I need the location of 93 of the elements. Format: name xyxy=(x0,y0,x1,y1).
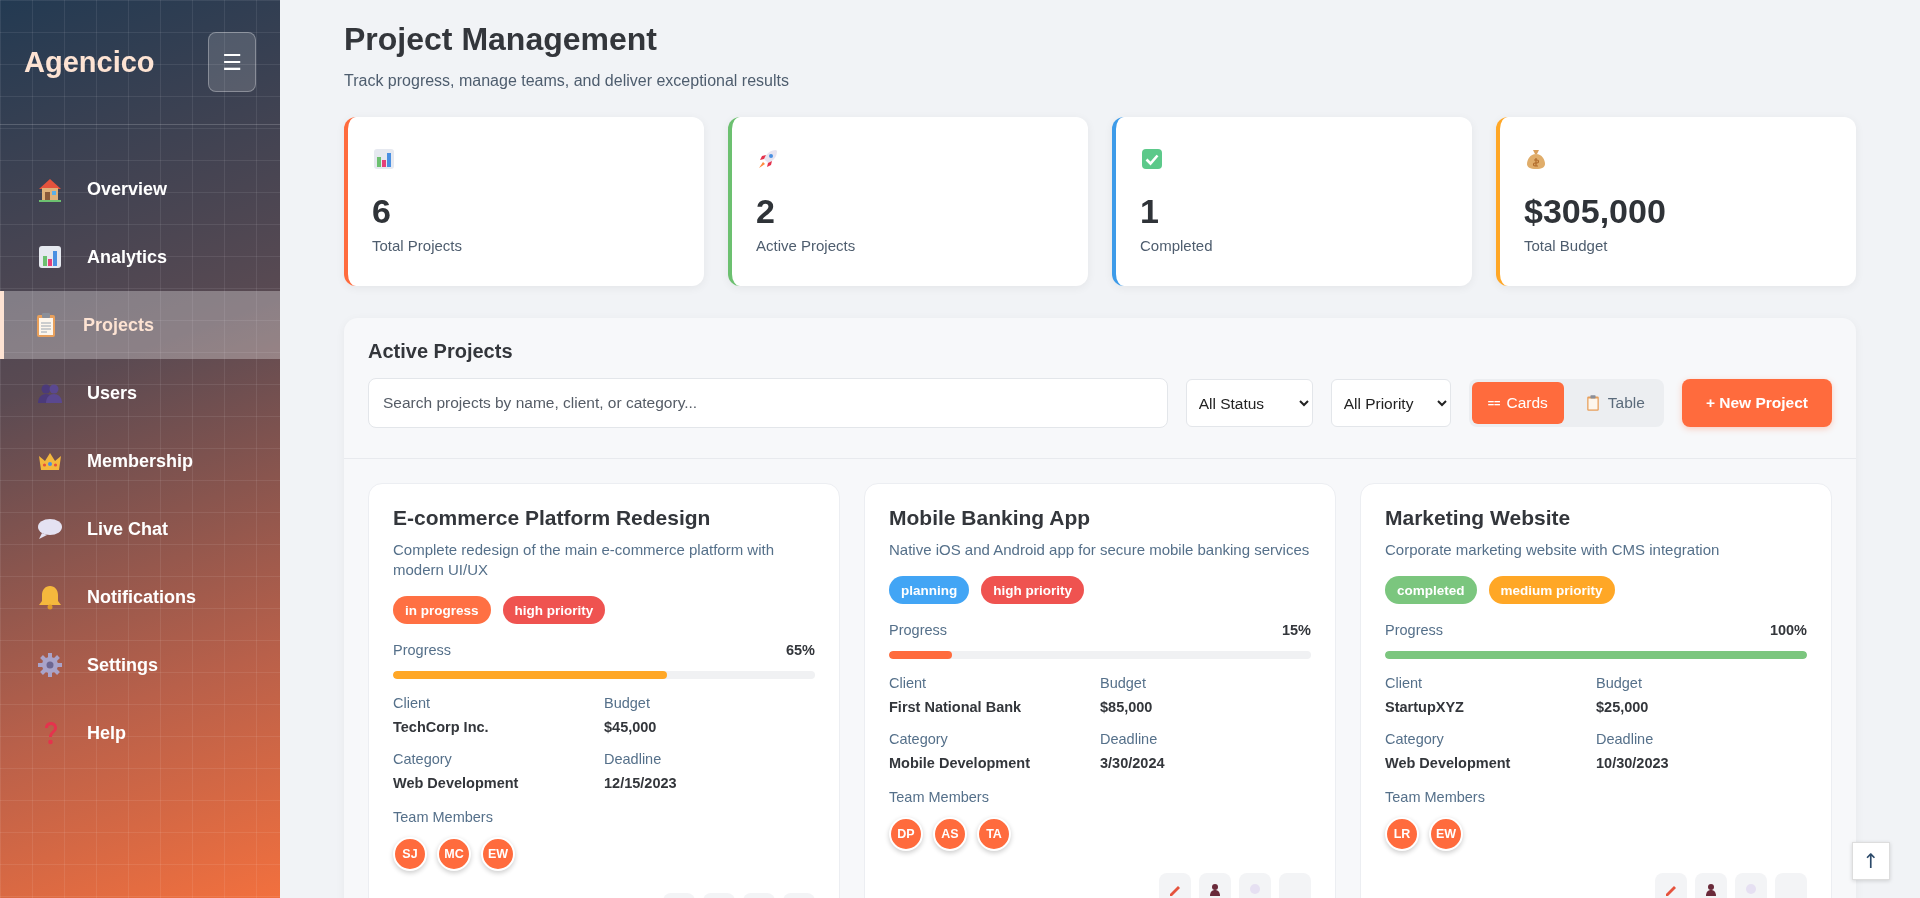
scroll-top-button[interactable]: ↑ xyxy=(1852,842,1890,880)
search-field[interactable]: Search projects by name, client, or category... xyxy=(368,378,1168,428)
nav-item[interactable]: Projects xyxy=(0,291,280,359)
field-value: Mobile Development xyxy=(889,755,1030,771)
money-bag-icon xyxy=(1524,147,1548,171)
gear-icon xyxy=(36,651,64,679)
member-avatar[interactable]: TA xyxy=(977,817,1011,851)
view-tab[interactable]: Table xyxy=(1567,382,1661,424)
member-avatar[interactable]: SJ xyxy=(393,837,427,871)
status-tag: high priority xyxy=(502,596,606,624)
stat-label: Total Projects xyxy=(372,237,463,254)
field-value: $25,000 xyxy=(1596,699,1649,715)
member-avatar[interactable]: EW xyxy=(1429,817,1463,851)
field-value: StartupXYZ xyxy=(1385,699,1464,715)
field-label: Budget xyxy=(604,695,650,711)
panel-title: Active Projects xyxy=(368,340,513,363)
project-title: Marketing Website xyxy=(1385,506,1571,530)
nav-item[interactable]: Help xyxy=(0,699,280,767)
project-description: Native iOS and Android app for secure mobile banking services xyxy=(889,540,1311,560)
bar-chart-icon xyxy=(36,243,64,271)
field-label: Budget xyxy=(1100,675,1146,691)
nav-item[interactable]: Membership xyxy=(0,427,280,495)
page-subtitle: Track progress, manage teams, and deliver exceptional results xyxy=(344,72,789,90)
stat-label: Active Projects xyxy=(756,237,856,254)
field-label: Client xyxy=(393,695,431,711)
field-value: $45,000 xyxy=(604,719,657,735)
project-title: E-commerce Platform Redesign xyxy=(393,506,711,530)
team-label: Team Members xyxy=(393,809,493,825)
new-project-button[interactable]: + New Project xyxy=(1681,379,1832,427)
field-value: First National Bank xyxy=(889,699,1022,715)
field-value: 12/15/2023 xyxy=(604,775,677,791)
check-box-icon xyxy=(1140,147,1164,171)
nav-item[interactable]: Analytics xyxy=(0,223,280,291)
progress-percent: 100% xyxy=(1769,622,1807,638)
person-icon xyxy=(1703,881,1719,897)
menu-button[interactable]: ☰ xyxy=(208,32,256,92)
field-label: Category xyxy=(1385,731,1444,747)
nav-item[interactable]: Overview xyxy=(0,155,280,223)
field-label: Category xyxy=(393,751,452,767)
filter-dropdown[interactable]: All Status xyxy=(1185,379,1313,427)
progress-label: Progress xyxy=(393,642,452,658)
stat-value: 1 xyxy=(1140,191,1159,231)
progress-label: Progress xyxy=(1385,622,1444,638)
member-avatar[interactable]: DP xyxy=(889,817,923,851)
field-label: Category xyxy=(889,731,948,747)
progress-percent: 65% xyxy=(785,642,815,658)
member-avatar[interactable]: MC xyxy=(437,837,471,871)
project-title: Mobile Banking App xyxy=(889,506,1091,530)
field-label: Budget xyxy=(1596,675,1642,691)
field-value: 3/30/2024 xyxy=(1100,755,1165,771)
status-tag: completed xyxy=(1385,576,1477,604)
nav-item[interactable]: Live Chat xyxy=(0,495,280,563)
field-value: TechCorp Inc. xyxy=(393,719,489,735)
project-description: Complete redesign of the main e-commerce platform with modern UI/UX xyxy=(393,540,775,580)
field-value: Web Development xyxy=(1385,755,1511,771)
field-label: Deadline xyxy=(1100,731,1158,747)
field-label: Deadline xyxy=(604,751,662,767)
field-value: Web Development xyxy=(393,775,519,791)
member-avatar[interactable]: AS xyxy=(933,817,967,851)
nav-item[interactable]: Users xyxy=(0,359,280,427)
stat-value: $305,000 xyxy=(1524,191,1666,231)
field-label: Client xyxy=(1385,675,1423,691)
logo: Agencico xyxy=(24,45,155,79)
stat-label: Completed xyxy=(1140,237,1213,254)
field-value: $85,000 xyxy=(1100,699,1153,715)
stat-value: 2 xyxy=(756,191,775,231)
bell-icon xyxy=(36,583,64,611)
page-title: Project Management xyxy=(344,21,657,58)
team-label: Team Members xyxy=(1385,789,1485,805)
field-label: Client xyxy=(889,675,927,691)
rocket-icon xyxy=(756,147,780,171)
action-button[interactable] xyxy=(1695,873,1727,898)
nav-item[interactable]: Settings xyxy=(0,631,280,699)
bar-chart-icon xyxy=(372,147,396,171)
status-tag: planning xyxy=(889,576,970,604)
field-label: Deadline xyxy=(1596,731,1654,747)
stat-label: Total Budget xyxy=(1524,237,1608,254)
team-label: Team Members xyxy=(889,789,989,805)
progress-label: Progress xyxy=(889,622,948,638)
stat-value: 6 xyxy=(372,191,391,231)
action-button[interactable] xyxy=(1199,873,1231,898)
field-value: 10/30/2023 xyxy=(1596,755,1669,771)
person-icon xyxy=(1207,881,1223,897)
member-avatar[interactable]: LR xyxy=(1385,817,1419,851)
view-tab[interactable]: == Cards xyxy=(1471,382,1564,424)
filter-dropdown[interactable]: All Priority xyxy=(1330,379,1451,427)
status-tag: high priority xyxy=(981,576,1084,604)
progress-percent: 15% xyxy=(1281,622,1311,638)
status-tag: medium priority xyxy=(1488,576,1615,604)
nav-item[interactable]: Notifications xyxy=(0,563,280,631)
status-tag: in progress xyxy=(393,596,491,624)
project-description: Corporate marketing website with CMS integration xyxy=(1385,540,1721,560)
member-avatar[interactable]: EW xyxy=(481,837,515,871)
